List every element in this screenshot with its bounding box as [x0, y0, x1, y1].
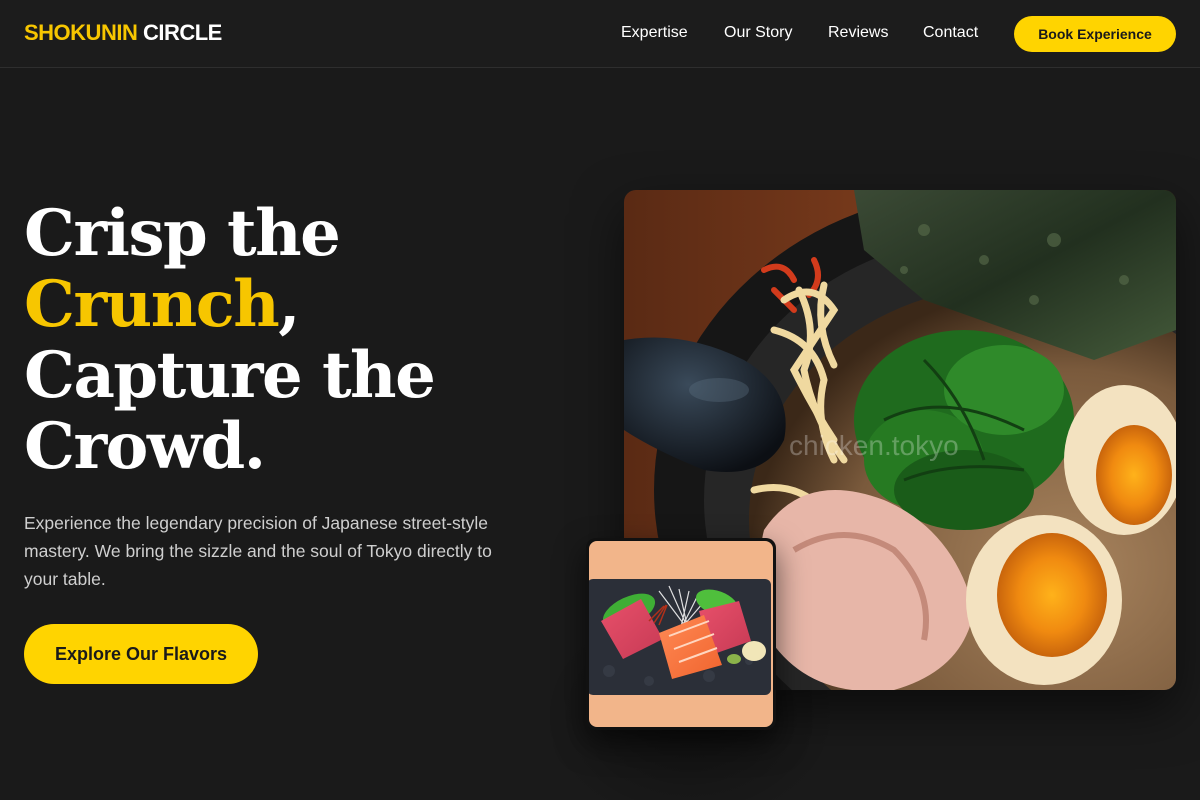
nav-link-reviews[interactable]: Reviews [828, 24, 888, 42]
nav-link-our-story[interactable]: Our Story [724, 24, 792, 42]
brand-name-part1: SHOKUNIN [24, 20, 138, 45]
hero-title-line3: Capture the [24, 338, 436, 413]
book-experience-button[interactable]: Book Experience [1014, 16, 1176, 52]
nav-link-expertise[interactable]: Expertise [621, 24, 688, 42]
sashimi-image-frame [586, 538, 776, 730]
sashimi-image [589, 541, 773, 727]
hero-title-highlight: Crunch [24, 267, 280, 342]
site-header: SHOKUNIN CIRCLE Expertise Our Story Revi… [0, 0, 1200, 68]
hero-title-comma: , [278, 267, 300, 342]
explore-flavors-button[interactable]: Explore Our Flavors [24, 624, 258, 684]
hero-description: Experience the legendary precision of Ja… [24, 513, 492, 589]
watermark-text: chicken.tokyo [789, 430, 959, 461]
hero-title-line1: Crisp the [24, 196, 341, 271]
brand-logo[interactable]: SHOKUNIN CIRCLE [24, 20, 222, 46]
nav-link-contact[interactable]: Contact [923, 24, 978, 42]
sashimi-illustration [589, 541, 773, 727]
brand-name-part2: CIRCLE [142, 20, 222, 45]
hero-title-line4: Crowd. [24, 409, 266, 484]
hero-title: Crisp the Crunch, Capture the Crowd. [24, 198, 544, 482]
